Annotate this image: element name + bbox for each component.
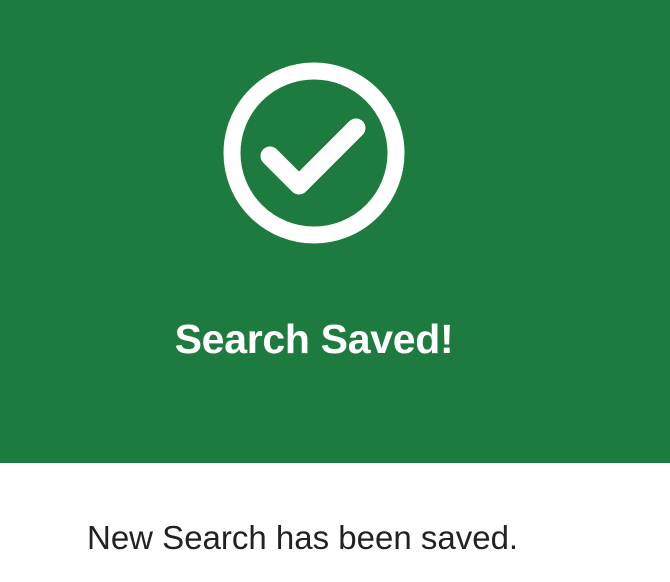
dialog-title: Search Saved! xyxy=(174,316,454,362)
search-saved-dialog: Search Saved! New Search has been saved. xyxy=(0,0,670,582)
success-banner: Search Saved! xyxy=(0,0,670,463)
dialog-message: New Search has been saved. xyxy=(87,519,519,556)
check-circle-icon xyxy=(223,62,405,244)
